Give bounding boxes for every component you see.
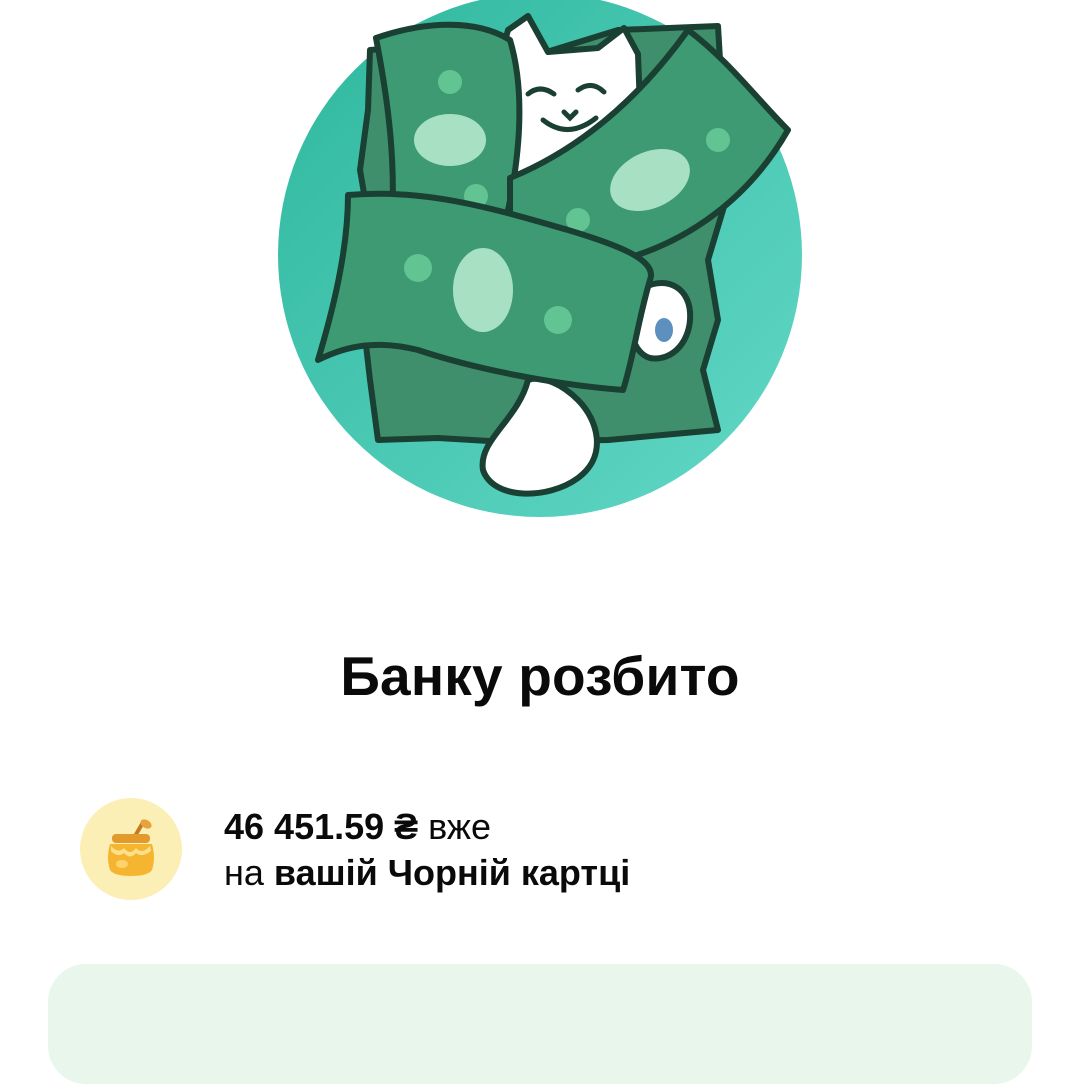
payout-line-1: 46 451.59 ₴ вже [224, 804, 630, 850]
payout-line-2: на вашій Чорній картці [224, 850, 630, 896]
page-title: Банку розбито [340, 645, 740, 707]
payout-amount: 46 451.59 ₴ [224, 806, 419, 847]
payout-prefix: на [224, 852, 274, 893]
payout-destination: вашій Чорній картці [273, 852, 631, 893]
cat-with-banknotes-icon [278, 0, 802, 517]
hero-illustration [278, 0, 808, 520]
payout-info: 46 451.59 ₴ вже на вашій Чорній картці [80, 798, 1000, 900]
payout-text: 46 451.59 ₴ вже на вашій Чорній картці [224, 804, 630, 896]
payout-suffix: вже [418, 806, 491, 847]
honey-jar-icon [108, 819, 154, 876]
bottom-card[interactable] [48, 964, 1032, 1084]
jar-badge [80, 798, 182, 900]
